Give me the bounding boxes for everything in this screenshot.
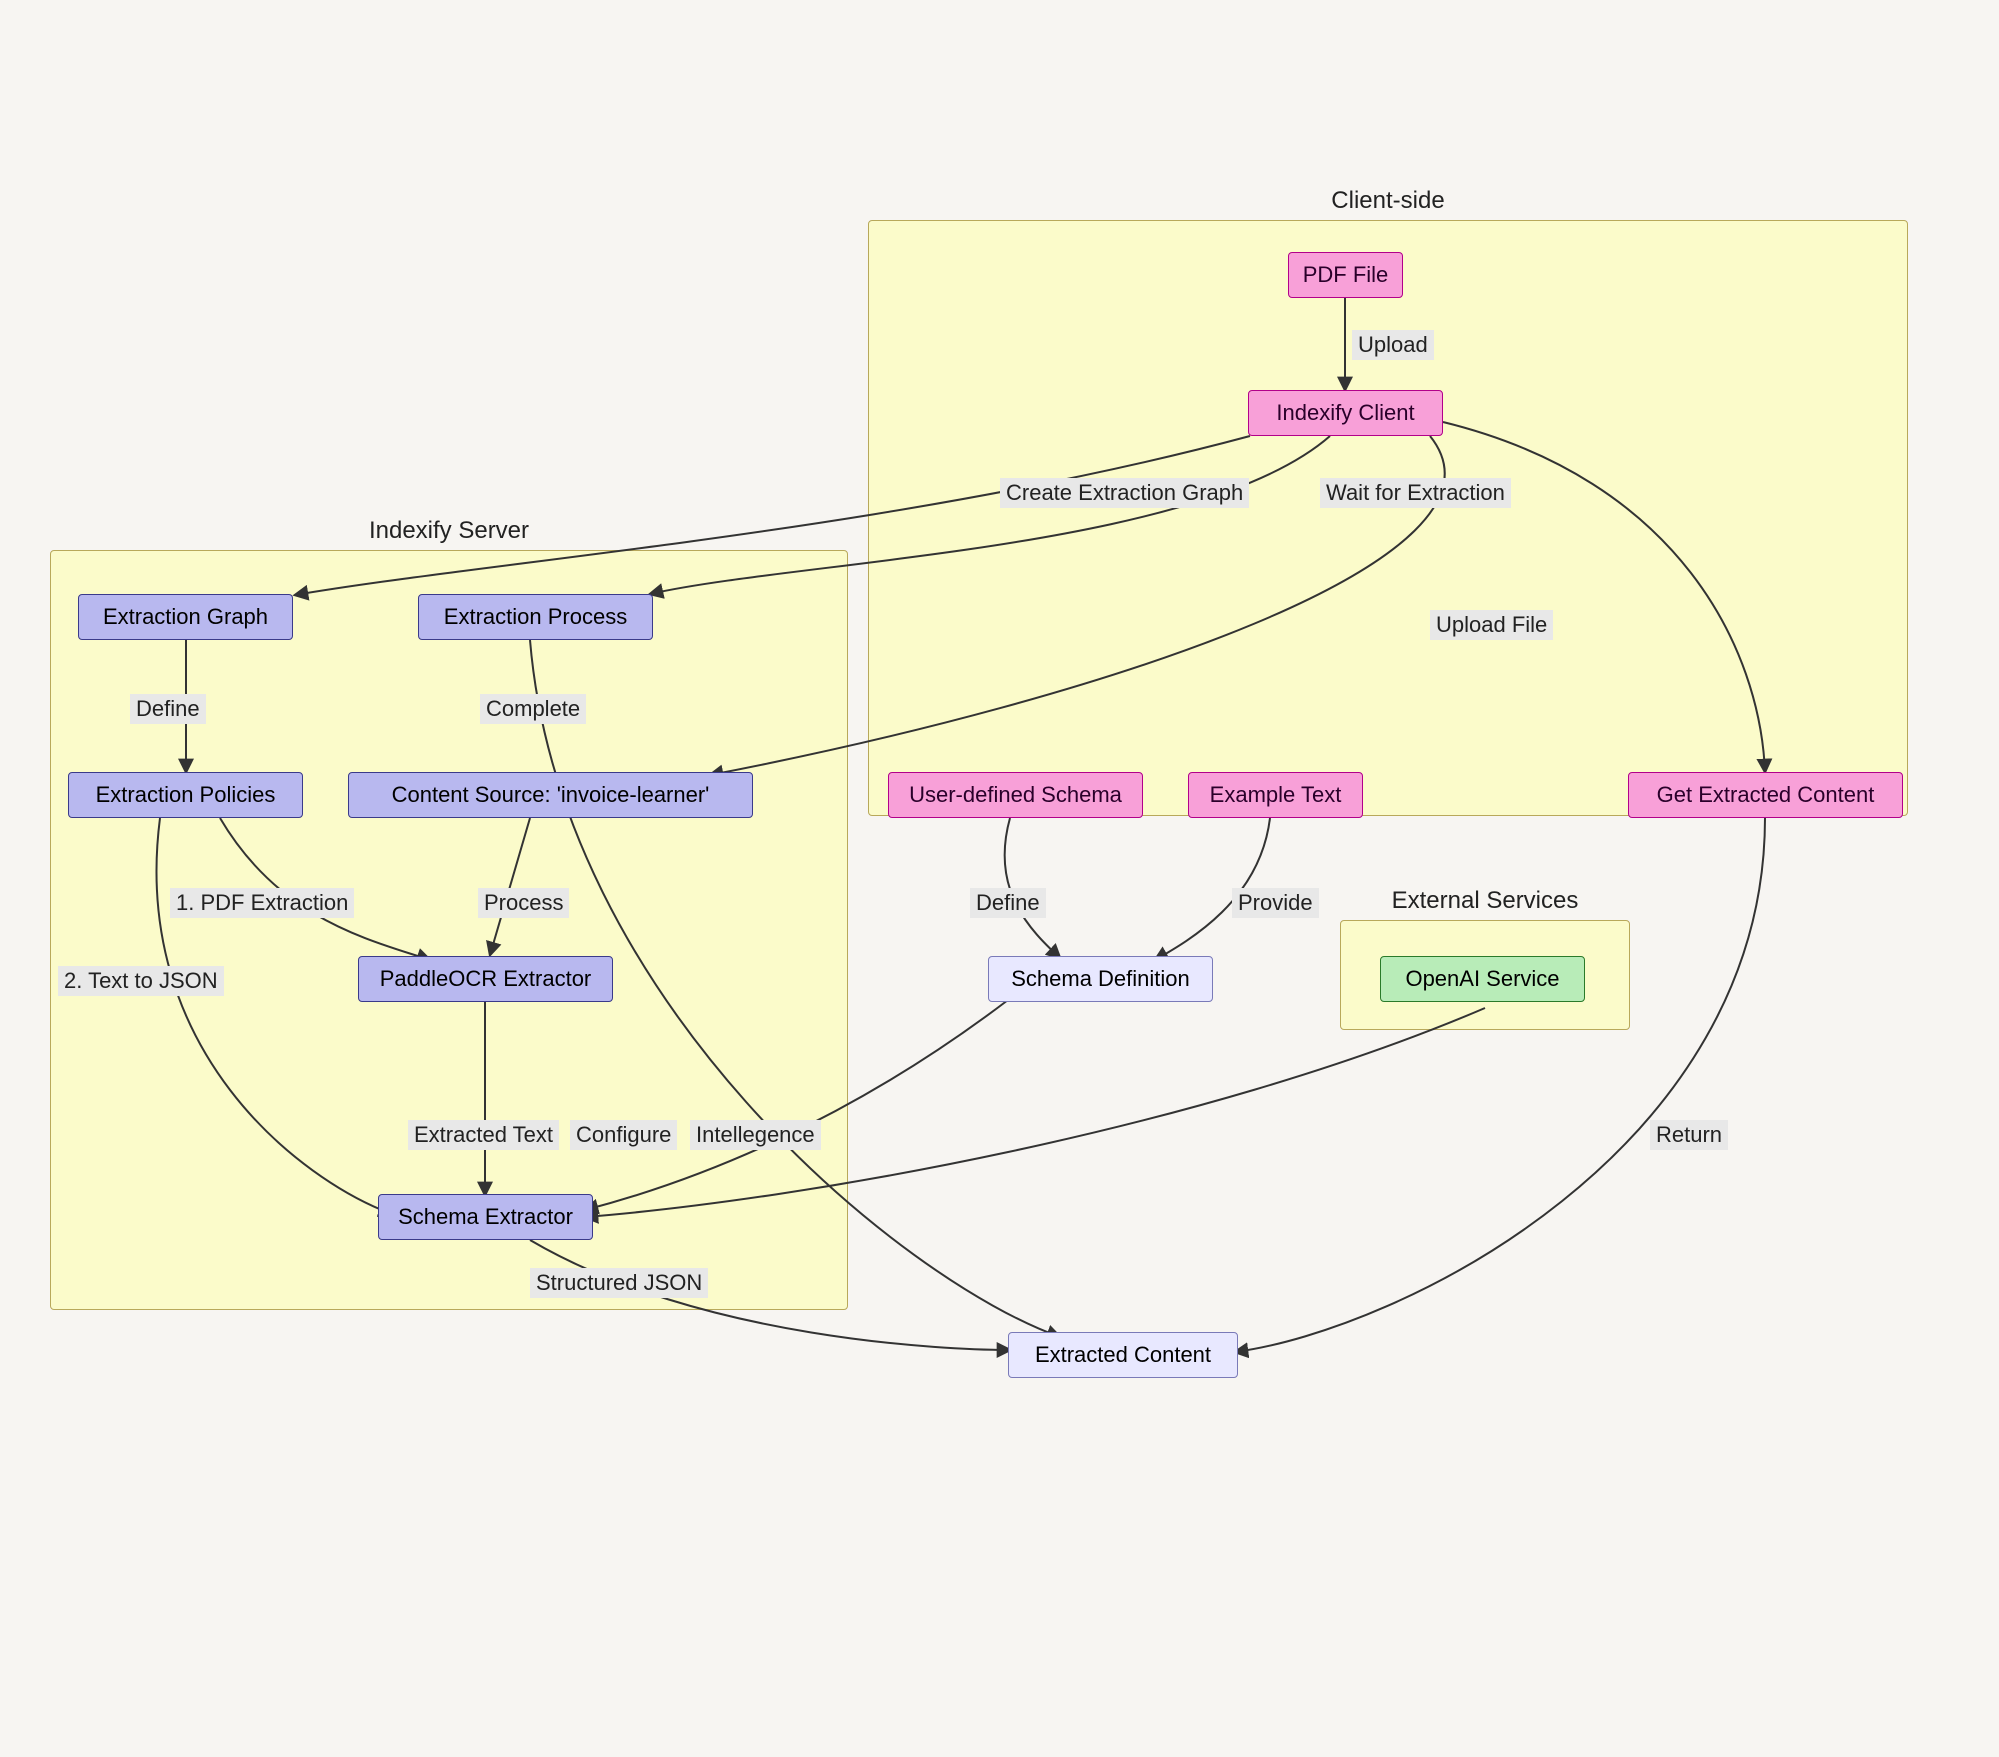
group-title-external: External Services bbox=[1341, 887, 1629, 915]
node-extraction-process: Extraction Process bbox=[418, 594, 653, 640]
edge-label-intelligence: Intellegence bbox=[690, 1120, 821, 1150]
group-client-side: Client-side bbox=[868, 220, 1908, 816]
node-label: PaddleOCR Extractor bbox=[380, 966, 592, 992]
node-openai-service: OpenAI Service bbox=[1380, 956, 1585, 1002]
diagram-canvas: Client-side Indexify Server External Ser… bbox=[0, 0, 1999, 1757]
node-label: Schema Extractor bbox=[398, 1204, 573, 1230]
node-label: User-defined Schema bbox=[909, 782, 1122, 808]
node-label: Schema Definition bbox=[1011, 966, 1190, 992]
node-label: Extraction Policies bbox=[96, 782, 276, 808]
edge-label-complete: Complete bbox=[480, 694, 586, 724]
group-title-server: Indexify Server bbox=[51, 517, 847, 545]
node-schema-extractor: Schema Extractor bbox=[378, 1194, 593, 1240]
edge-label-define: Define bbox=[130, 694, 206, 724]
group-title-client: Client-side bbox=[869, 187, 1907, 215]
edge-label-pdf-extraction: 1. PDF Extraction bbox=[170, 888, 354, 918]
node-label: Indexify Client bbox=[1276, 400, 1414, 426]
node-label: OpenAI Service bbox=[1405, 966, 1559, 992]
edge-label-provide: Provide bbox=[1232, 888, 1319, 918]
node-schema-definition: Schema Definition bbox=[988, 956, 1213, 1002]
node-label: PDF File bbox=[1303, 262, 1389, 288]
edge-label-configure: Configure bbox=[570, 1120, 677, 1150]
node-label: Extraction Process bbox=[444, 604, 627, 630]
edge-label-text-to-json: 2. Text to JSON bbox=[58, 966, 224, 996]
node-extraction-policies: Extraction Policies bbox=[68, 772, 303, 818]
node-get-extracted-content: Get Extracted Content bbox=[1628, 772, 1903, 818]
node-user-defined-schema: User-defined Schema bbox=[888, 772, 1143, 818]
edge-label-define2: Define bbox=[970, 888, 1046, 918]
node-label: Extracted Content bbox=[1035, 1342, 1211, 1368]
node-paddleocr-extractor: PaddleOCR Extractor bbox=[358, 956, 613, 1002]
edge-label-extracted-text: Extracted Text bbox=[408, 1120, 559, 1150]
node-content-source: Content Source: 'invoice-learner' bbox=[348, 772, 753, 818]
edge-label-create-graph: Create Extraction Graph bbox=[1000, 478, 1249, 508]
edge-label-upload: Upload bbox=[1352, 330, 1434, 360]
node-extracted-content: Extracted Content bbox=[1008, 1332, 1238, 1378]
node-label: Get Extracted Content bbox=[1657, 782, 1875, 808]
edge-label-wait-extraction: Wait for Extraction bbox=[1320, 478, 1511, 508]
edge-label-structured-json: Structured JSON bbox=[530, 1268, 708, 1298]
node-extraction-graph: Extraction Graph bbox=[78, 594, 293, 640]
node-label: Extraction Graph bbox=[103, 604, 268, 630]
edge-label-return: Return bbox=[1650, 1120, 1728, 1150]
edge-label-upload-file: Upload File bbox=[1430, 610, 1553, 640]
node-label: Example Text bbox=[1210, 782, 1342, 808]
edge-label-process: Process bbox=[478, 888, 569, 918]
node-label: Content Source: 'invoice-learner' bbox=[392, 782, 710, 808]
node-pdf-file: PDF File bbox=[1288, 252, 1403, 298]
node-indexify-client: Indexify Client bbox=[1248, 390, 1443, 436]
node-example-text: Example Text bbox=[1188, 772, 1363, 818]
